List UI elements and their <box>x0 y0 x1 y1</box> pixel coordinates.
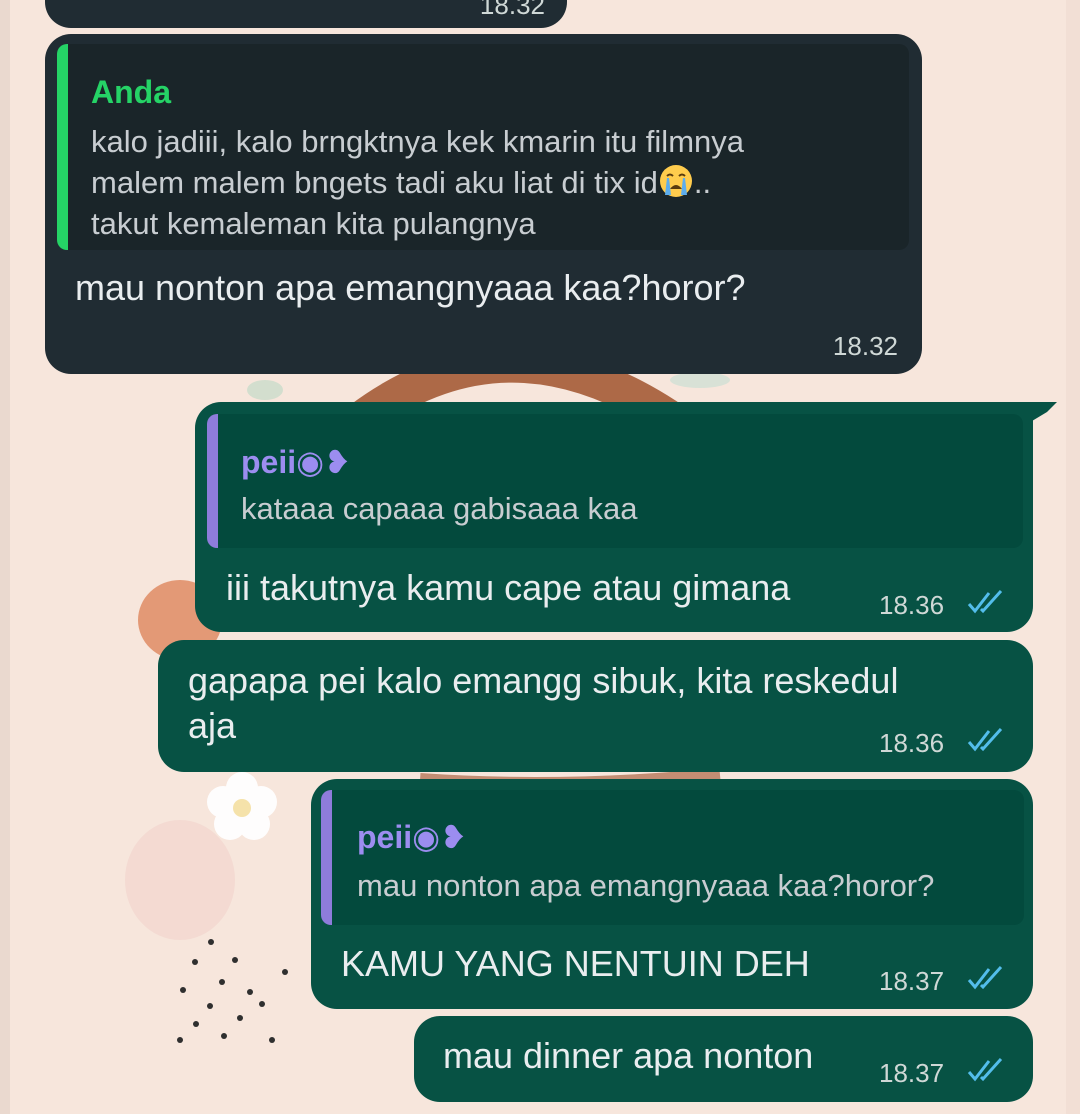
message-text: mau nonton apa emangnyaaa kaa?horor? <box>75 267 746 308</box>
quote-text-line: kataaa capaaa gabisaaa kaa <box>241 491 638 526</box>
message-bubble-incoming[interactable]: Anda kalo jadiii, kalo brngktnya kek kma… <box>45 34 922 374</box>
quote-author: peii◉❥ <box>357 819 467 855</box>
bubble-tail <box>1027 402 1057 424</box>
reply-quote[interactable]: peii◉❥ kataaa capaaa gabisaaa kaa <box>207 414 1023 548</box>
quote-text-line: mau nonton apa emangnyaaa kaa?horor? <box>357 868 935 903</box>
quote-text-line: malem malem bngets tadi aku liat di tix … <box>91 162 711 203</box>
message-time: 18.36 <box>879 590 945 620</box>
message-bubble-outgoing[interactable]: peii◉❥ mau nonton apa emangnyaaa kaa?hor… <box>311 779 1033 1009</box>
message-time: 18.37 <box>879 966 945 996</box>
reply-quote[interactable]: peii◉❥ mau nonton apa emangnyaaa kaa?hor… <box>321 790 1024 925</box>
message-bubble-outgoing[interactable]: peii◉❥ kataaa capaaa gabisaaa kaa iii ta… <box>195 402 1057 632</box>
quote-accent-bar <box>207 414 218 548</box>
quote-author: Anda <box>91 74 171 110</box>
message-text-line: gapapa pei kalo emangg sibuk, kita reske… <box>188 660 899 701</box>
quote-text-segment: malem malem bngets tadi aku liat di tix … <box>91 165 658 200</box>
double-check-icon <box>967 965 1003 990</box>
message-bubble-partial[interactable]: 18.32 <box>45 0 567 28</box>
double-check-icon <box>967 727 1003 752</box>
message-time: 18.36 <box>879 728 945 758</box>
quote-accent-bar <box>321 790 332 925</box>
message-text: mau dinner apa nonton <box>443 1035 814 1076</box>
quote-text-line: kalo jadiii, kalo brngktnya kek kmarin i… <box>91 124 744 159</box>
message-time: 18.37 <box>879 1058 945 1088</box>
double-check-icon <box>967 1057 1003 1082</box>
message-bubble-outgoing[interactable]: gapapa pei kalo emangg sibuk, kita reske… <box>158 640 1033 772</box>
quote-text-line: takut kemaleman kita pulangnya <box>91 206 536 241</box>
quote-accent-bar <box>57 44 68 250</box>
message-text-line: aja <box>188 705 237 746</box>
quote-text-segment: .. <box>693 165 712 200</box>
crying-face-icon <box>659 165 692 197</box>
double-check-icon <box>967 589 1003 614</box>
message-time: 18.32 <box>832 331 898 361</box>
message-bubble-outgoing[interactable]: mau dinner apa nonton 18.37 <box>414 1016 1033 1102</box>
quote-author: peii◉❥ <box>241 444 351 480</box>
message-text: KAMU YANG NENTUIN DEH <box>341 943 810 984</box>
message-text: iii takutnya kamu cape atau gimana <box>226 567 791 608</box>
message-time: 18.32 <box>479 0 545 20</box>
reply-quote[interactable]: Anda kalo jadiii, kalo brngktnya kek kma… <box>57 44 909 250</box>
